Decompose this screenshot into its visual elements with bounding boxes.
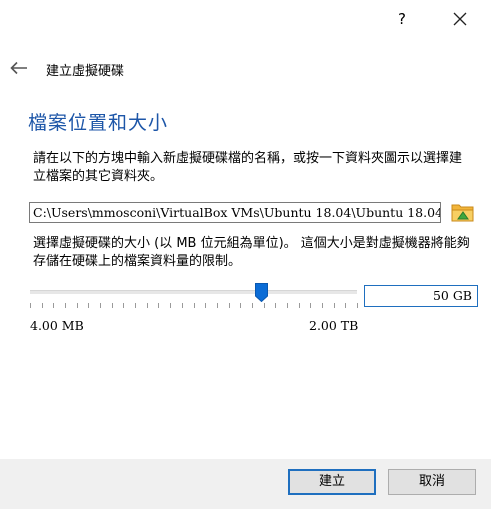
slider-tick <box>322 303 323 308</box>
slider-max-label: 2.00 TB <box>309 318 359 333</box>
slider-tick <box>147 303 148 308</box>
help-button[interactable]: ? <box>388 6 416 32</box>
slider-tick <box>170 303 171 308</box>
slider-tick <box>229 303 230 308</box>
slider-tick <box>42 303 43 308</box>
slider-tick <box>135 303 136 308</box>
slider-tick <box>30 303 31 308</box>
slider-tick <box>112 303 113 308</box>
cancel-button[interactable]: 取消 <box>388 469 476 495</box>
slider-tick <box>240 303 241 308</box>
slider-tick <box>264 303 265 308</box>
slider-tick <box>100 303 101 308</box>
slider-tick <box>217 303 218 308</box>
wizard-title: 建立虛擬硬碟 <box>46 64 125 79</box>
size-input[interactable]: 50 GB <box>364 285 478 307</box>
slider-tick <box>182 303 183 308</box>
close-icon <box>453 12 467 26</box>
slider-thumb-icon <box>255 283 268 303</box>
slider-tick <box>77 303 78 308</box>
slider-tick <box>334 303 335 308</box>
file-path-input[interactable]: C:\Users\mmosconi\VirtualBox VMs\Ubuntu … <box>29 202 441 223</box>
slider-tick <box>310 303 311 308</box>
close-button[interactable] <box>446 6 474 32</box>
slider-tick <box>53 303 54 308</box>
size-slider-handle[interactable] <box>255 283 268 303</box>
arrow-left-icon <box>10 61 27 75</box>
folder-icon <box>451 204 474 222</box>
slider-tick <box>345 303 346 308</box>
create-button[interactable]: 建立 <box>288 469 376 495</box>
slider-min-label: 4.00 MB <box>30 318 84 333</box>
back-button[interactable] <box>8 56 32 80</box>
choose-folder-button[interactable] <box>450 200 478 226</box>
create-virtual-hard-disk-dialog: ? 建立虛擬硬碟 檔案位置和大小 請在以下的方塊中輸入新虛擬硬碟檔的名稱，或按一… <box>0 0 491 509</box>
location-description: 請在以下的方塊中輸入新虛擬硬碟檔的名稱，或按一下資料夾圖示以選擇建立檔案的其它資… <box>33 151 463 184</box>
slider-tick <box>158 303 159 308</box>
page-heading: 檔案位置和大小 <box>28 112 169 134</box>
slider-tick <box>205 303 206 308</box>
slider-ticks <box>30 303 360 313</box>
size-slider-track[interactable] <box>30 290 357 294</box>
slider-tick <box>287 303 288 308</box>
question-mark-icon: ? <box>398 10 406 28</box>
slider-tick <box>299 303 300 308</box>
slider-tick <box>88 303 89 308</box>
slider-tick <box>194 303 195 308</box>
slider-tick <box>252 303 253 308</box>
slider-tick <box>357 303 358 308</box>
slider-tick <box>123 303 124 308</box>
slider-tick <box>275 303 276 308</box>
size-description: 選擇虛擬硬碟的大小 (以 MB 位元組為單位)。 這個大小是對虛擬機器將能夠存儲… <box>33 236 470 269</box>
slider-tick <box>65 303 66 308</box>
